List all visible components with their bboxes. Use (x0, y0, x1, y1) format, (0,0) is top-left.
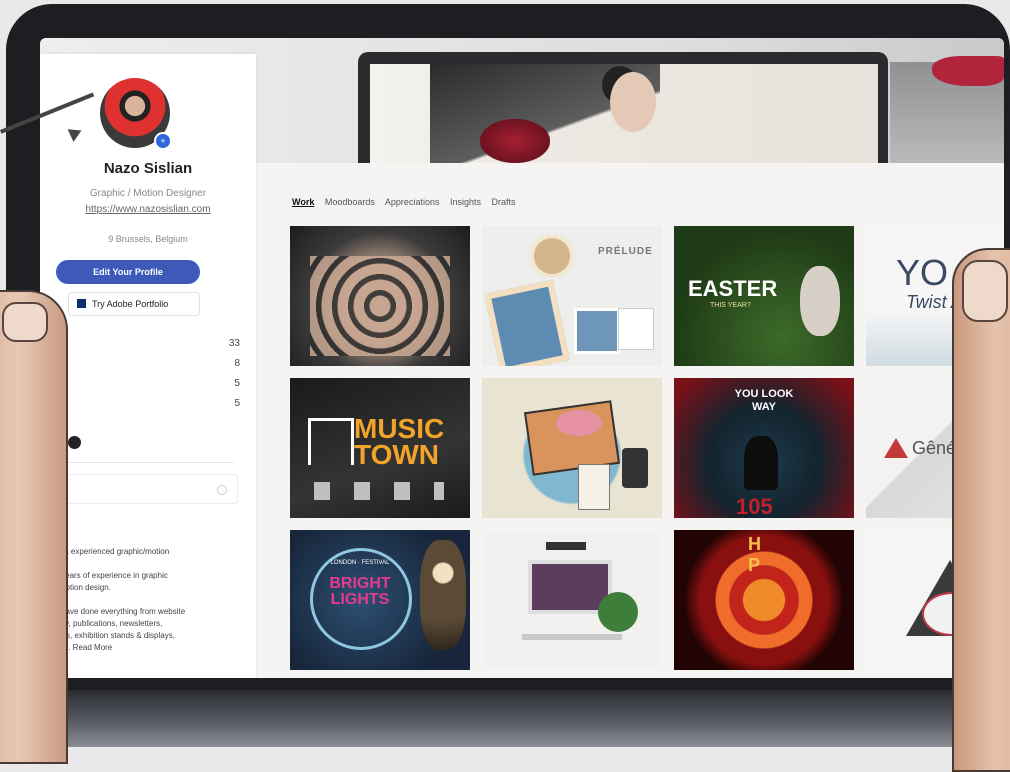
project-tile-10[interactable] (482, 530, 662, 670)
edit-profile-button[interactable]: Edit Your Profile (56, 260, 200, 284)
project-tile-1[interactable] (290, 226, 470, 366)
try-portfolio-label: Try Adobe Portfolio (92, 299, 169, 309)
tile-title: H P (748, 534, 773, 575)
info-icon (217, 485, 227, 495)
stat-value: 8 (234, 358, 240, 369)
tile-number: 105 (736, 494, 773, 518)
profile-role: Graphic / Motion Designer (89, 188, 207, 199)
tile-subtitle: LONDON · FESTIVAL (330, 560, 390, 566)
stat-value: 5 (234, 378, 240, 389)
tab-moodboards[interactable]: Moodboards (325, 197, 375, 207)
bio-line: m motion design. (50, 583, 111, 592)
tab-appreciations[interactable]: Appreciations (385, 197, 440, 207)
profile-sidebar: + Nazo Sislian Graphic / Motion Designer… (40, 54, 256, 678)
screen: + Nazo Sislian Graphic / Motion Designer… (40, 38, 1004, 678)
bio-read-more[interactable]: port... Read More (50, 642, 240, 653)
thumbnail-nail (2, 302, 48, 342)
try-portfolio-button[interactable]: Try Adobe Portfolio (68, 292, 200, 316)
portfolio-icon (77, 299, 86, 308)
bio-line: nners, exhibition stands & displays, (50, 631, 175, 640)
tile-subtitle: THIS YEAR? (710, 302, 751, 309)
stat-value: 33 (228, 338, 240, 349)
bio-line: ate & experienced graphic/motion (50, 547, 170, 556)
profile-website-link[interactable]: https://www.nazosislian.com (40, 204, 256, 215)
tab-insights[interactable]: Insights (450, 197, 481, 207)
tile-title: YOU LOOK WAY (734, 388, 794, 413)
thumbnail-nail (962, 260, 1008, 322)
project-tile-2[interactable]: PRÉLUDE (482, 226, 662, 366)
project-tile-3[interactable]: EASTER THIS YEAR? (674, 226, 854, 366)
left-hand (0, 290, 68, 764)
project-tile-6[interactable] (482, 378, 662, 518)
bio-line: I, I have done everything from website (50, 607, 186, 616)
social-icon[interactable] (68, 436, 81, 449)
tab-work[interactable]: Work (292, 197, 314, 207)
tablet-stand (60, 690, 1000, 747)
divider (50, 462, 234, 463)
project-tile-5[interactable]: MUSIC TOWN (290, 378, 470, 518)
project-tile-9[interactable]: BRIGHT LIGHTS LONDON · FESTIVAL (290, 530, 470, 670)
banner-artwork (370, 64, 878, 163)
bio-line: 20 years of experience in graphic (50, 571, 168, 580)
tile-title: EASTER (688, 276, 778, 301)
tile-title: MUSIC TOWN (354, 413, 445, 470)
tile-title: PRÉLUDE (598, 246, 653, 257)
profile-tabs: Work Moodboards Appreciations Insights D… (292, 197, 524, 207)
profile-location: 9 Brussels, Belgium (108, 234, 188, 244)
profile-name: Nazo Sislian (103, 160, 193, 177)
right-hand (952, 248, 1010, 772)
tile-title: YO (896, 252, 949, 293)
tile-title: BRIGHT LIGHTS (329, 575, 391, 608)
project-tile-11[interactable]: H P (674, 530, 854, 670)
bio-line: entity, publications, newsletters, (50, 619, 163, 628)
project-tile-7[interactable]: YOU LOOK WAY 105 (674, 378, 854, 518)
stat-value: 5 (234, 398, 240, 409)
add-photo-icon[interactable]: + (154, 132, 172, 150)
tab-drafts[interactable]: Drafts (492, 197, 516, 207)
banner-decoration (890, 56, 1004, 163)
sidebar-field[interactable] (50, 474, 238, 504)
tablet-frame: + Nazo Sislian Graphic / Motion Designer… (6, 4, 1010, 704)
